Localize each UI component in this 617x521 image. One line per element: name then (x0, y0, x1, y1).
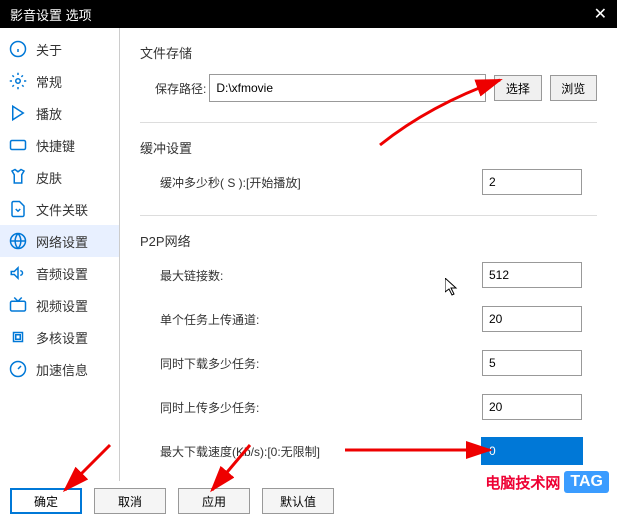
sidebar-item-label: 视频设置 (36, 296, 88, 315)
sidebar-item-play[interactable]: 播放 (0, 97, 119, 129)
sidebar-item-general[interactable]: 常规 (0, 65, 119, 97)
max-conn-input[interactable] (482, 262, 582, 288)
up-tasks-input[interactable] (482, 394, 582, 420)
sidebar-item-label: 播放 (36, 104, 62, 123)
sidebar-item-multicore[interactable]: 多核设置 (0, 321, 119, 353)
buffer-input[interactable] (482, 169, 582, 195)
select-button[interactable]: 选择 (494, 75, 541, 101)
file-icon (8, 199, 28, 219)
storage-title: 文件存储 (140, 43, 597, 62)
gauge-icon (8, 359, 28, 379)
play-icon (8, 103, 28, 123)
tv-icon (8, 295, 28, 315)
sidebar-item-audio[interactable]: 音频设置 (0, 257, 119, 289)
path-row: 保存路径: 选择 浏览 (140, 74, 597, 102)
buffer-section: 缓冲设置 缓冲多少秒( S ):[开始播放] (140, 138, 597, 195)
sidebar-item-shortcut[interactable]: 快捷键 (0, 129, 119, 161)
keyboard-icon (8, 135, 28, 155)
buffer-row: 缓冲多少秒( S ):[开始播放] (140, 169, 597, 195)
sidebar-item-label: 网络设置 (36, 232, 88, 251)
buffer-title: 缓冲设置 (140, 138, 597, 157)
apply-button[interactable]: 应用 (178, 488, 250, 514)
upload-channel-input[interactable] (482, 306, 582, 332)
cancel-button[interactable]: 取消 (94, 488, 166, 514)
sidebar-item-label: 文件关联 (36, 200, 88, 219)
sidebar-item-label: 加速信息 (36, 360, 88, 379)
sidebar-item-assoc[interactable]: 文件关联 (0, 193, 119, 225)
down-tasks-row: 同时下载多少任务: (140, 350, 597, 376)
sidebar-item-label: 快捷键 (36, 136, 75, 155)
globe-icon (8, 231, 28, 251)
upload-channel-label: 单个任务上传通道: (140, 311, 259, 328)
max-down-row: 最大下载速度(Kb/s):[0:无限制] (140, 438, 597, 464)
down-tasks-input[interactable] (482, 350, 582, 376)
watermark: 电脑技术网 TAG (485, 471, 609, 493)
storage-section: 文件存储 保存路径: 选择 浏览 (140, 43, 597, 102)
up-tasks-row: 同时上传多少任务: (140, 394, 597, 420)
window-title: 影音设置 选项 (10, 5, 92, 24)
p2p-section: P2P网络 最大链接数: 单个任务上传通道: 同时下载多少任务: 同时上传多少任… (140, 231, 597, 481)
sidebar-item-video[interactable]: 视频设置 (0, 289, 119, 321)
main-area: 关于 常规 播放 快捷键 皮肤 文件关联 网络设置 音频设置 (0, 28, 617, 481)
sidebar-item-about[interactable]: 关于 (0, 33, 119, 65)
path-label: 保存路径: (140, 80, 209, 97)
sidebar-item-label: 音频设置 (36, 264, 88, 283)
gear-icon (8, 71, 28, 91)
sidebar: 关于 常规 播放 快捷键 皮肤 文件关联 网络设置 音频设置 (0, 28, 120, 481)
max-down-label: 最大下载速度(Kb/s):[0:无限制] (140, 443, 320, 460)
sidebar-item-accel[interactable]: 加速信息 (0, 353, 119, 385)
buffer-label: 缓冲多少秒( S ):[开始播放] (140, 174, 301, 191)
audio-icon (8, 263, 28, 283)
separator (140, 215, 597, 216)
separator (140, 122, 597, 123)
titlebar: 影音设置 选项 ✕ (0, 0, 617, 28)
max-conn-label: 最大链接数: (140, 267, 223, 284)
default-button[interactable]: 默认值 (262, 488, 334, 514)
sidebar-item-label: 常规 (36, 72, 62, 91)
max-conn-row: 最大链接数: (140, 262, 597, 288)
sidebar-item-network[interactable]: 网络设置 (0, 225, 119, 257)
up-tasks-label: 同时上传多少任务: (140, 399, 259, 416)
save-path-input[interactable] (209, 74, 486, 102)
info-icon (8, 39, 28, 59)
sidebar-item-label: 皮肤 (36, 168, 62, 187)
watermark-tag: TAG (564, 471, 609, 493)
mouse-cursor-icon (445, 278, 461, 298)
close-icon[interactable]: ✕ (594, 4, 607, 24)
upload-channel-row: 单个任务上传通道: (140, 306, 597, 332)
shirt-icon (8, 167, 28, 187)
sidebar-item-label: 关于 (36, 40, 62, 59)
sidebar-item-label: 多核设置 (36, 328, 88, 347)
cpu-icon (8, 327, 28, 347)
ok-button[interactable]: 确定 (10, 488, 82, 514)
content-panel: 文件存储 保存路径: 选择 浏览 缓冲设置 缓冲多少秒( S ):[开始播放] … (120, 28, 617, 481)
p2p-title: P2P网络 (140, 231, 597, 250)
sidebar-item-skin[interactable]: 皮肤 (0, 161, 119, 193)
browse-button[interactable]: 浏览 (550, 75, 597, 101)
down-tasks-label: 同时下载多少任务: (140, 355, 259, 372)
watermark-site: 电脑技术网 (485, 472, 560, 493)
max-down-input[interactable] (482, 438, 582, 464)
